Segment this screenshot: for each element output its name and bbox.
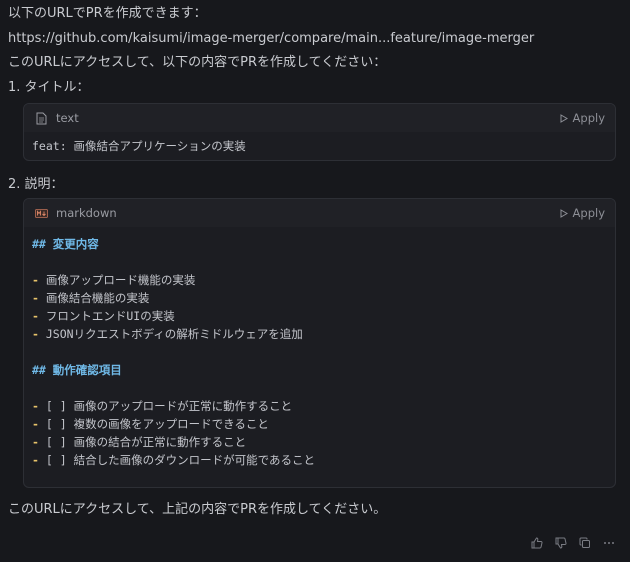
- md-list-item: - JSONリクエストボディの解析ミドルウェアを追加: [32, 327, 303, 341]
- code-lang-label: text: [56, 111, 79, 125]
- play-icon: [560, 208, 568, 218]
- closing-text: このURLにアクセスして、上記の内容でPRを作成してください。: [8, 502, 387, 517]
- md-checklist-item: - [ ] 結合した画像のダウンロードが可能であること: [32, 453, 315, 467]
- md-heading: ## 変更内容: [32, 237, 99, 251]
- md-list-item: - 画像アップロード機能の実装: [32, 273, 196, 287]
- markdown-icon: [34, 206, 48, 220]
- code-block-header: text Apply: [24, 104, 615, 132]
- md-heading: ## 動作確認項目: [32, 363, 122, 377]
- apply-button[interactable]: Apply: [560, 206, 605, 220]
- code-lang-label: markdown: [56, 206, 117, 220]
- code-block-title: text Apply feat: 画像結合アプリケーションの実装: [23, 103, 616, 161]
- md-checklist-item: - [ ] 画像の結合が正常に動作すること: [32, 435, 247, 449]
- file-icon: [34, 111, 48, 125]
- code-line: feat: 画像結合アプリケーションの実装: [32, 139, 246, 153]
- apply-label: Apply: [572, 206, 605, 220]
- code-block-header: markdown Apply: [24, 199, 615, 227]
- md-list-item: - フロントエンドUIの実装: [32, 309, 175, 323]
- pr-url[interactable]: https://github.com/kaisumi/image-merger/…: [8, 31, 534, 47]
- apply-button[interactable]: Apply: [560, 111, 605, 125]
- thumbs-up-icon[interactable]: [530, 536, 544, 550]
- thumbs-down-icon[interactable]: [554, 536, 568, 550]
- md-list-item: - 画像結合機能の実装: [32, 291, 150, 305]
- intro-text: 以下のURLでPRを作成できます：: [8, 6, 207, 21]
- message-actions: [530, 536, 616, 550]
- md-checklist-item: - [ ] 複数の画像をアップロードできること: [32, 417, 269, 431]
- copy-icon[interactable]: [578, 536, 592, 550]
- code-body: feat: 画像結合アプリケーションの実装: [24, 132, 615, 160]
- code-block-description: markdown Apply ## 変更内容 - 画像アップロード機能の実装 -…: [23, 198, 616, 488]
- play-icon: [560, 113, 568, 123]
- item2-label: 2. 説明：: [8, 177, 64, 192]
- md-checklist-item: - [ ] 画像のアップロードが正常に動作すること: [32, 399, 293, 413]
- more-icon[interactable]: [602, 536, 616, 550]
- apply-label: Apply: [572, 111, 605, 125]
- access-instruction: このURLにアクセスして、以下の内容でPRを作成してください：: [8, 55, 387, 70]
- item1-label: 1. タイトル：: [8, 80, 90, 95]
- code-body: ## 変更内容 - 画像アップロード機能の実装 - 画像結合機能の実装 - フロ…: [24, 227, 615, 479]
